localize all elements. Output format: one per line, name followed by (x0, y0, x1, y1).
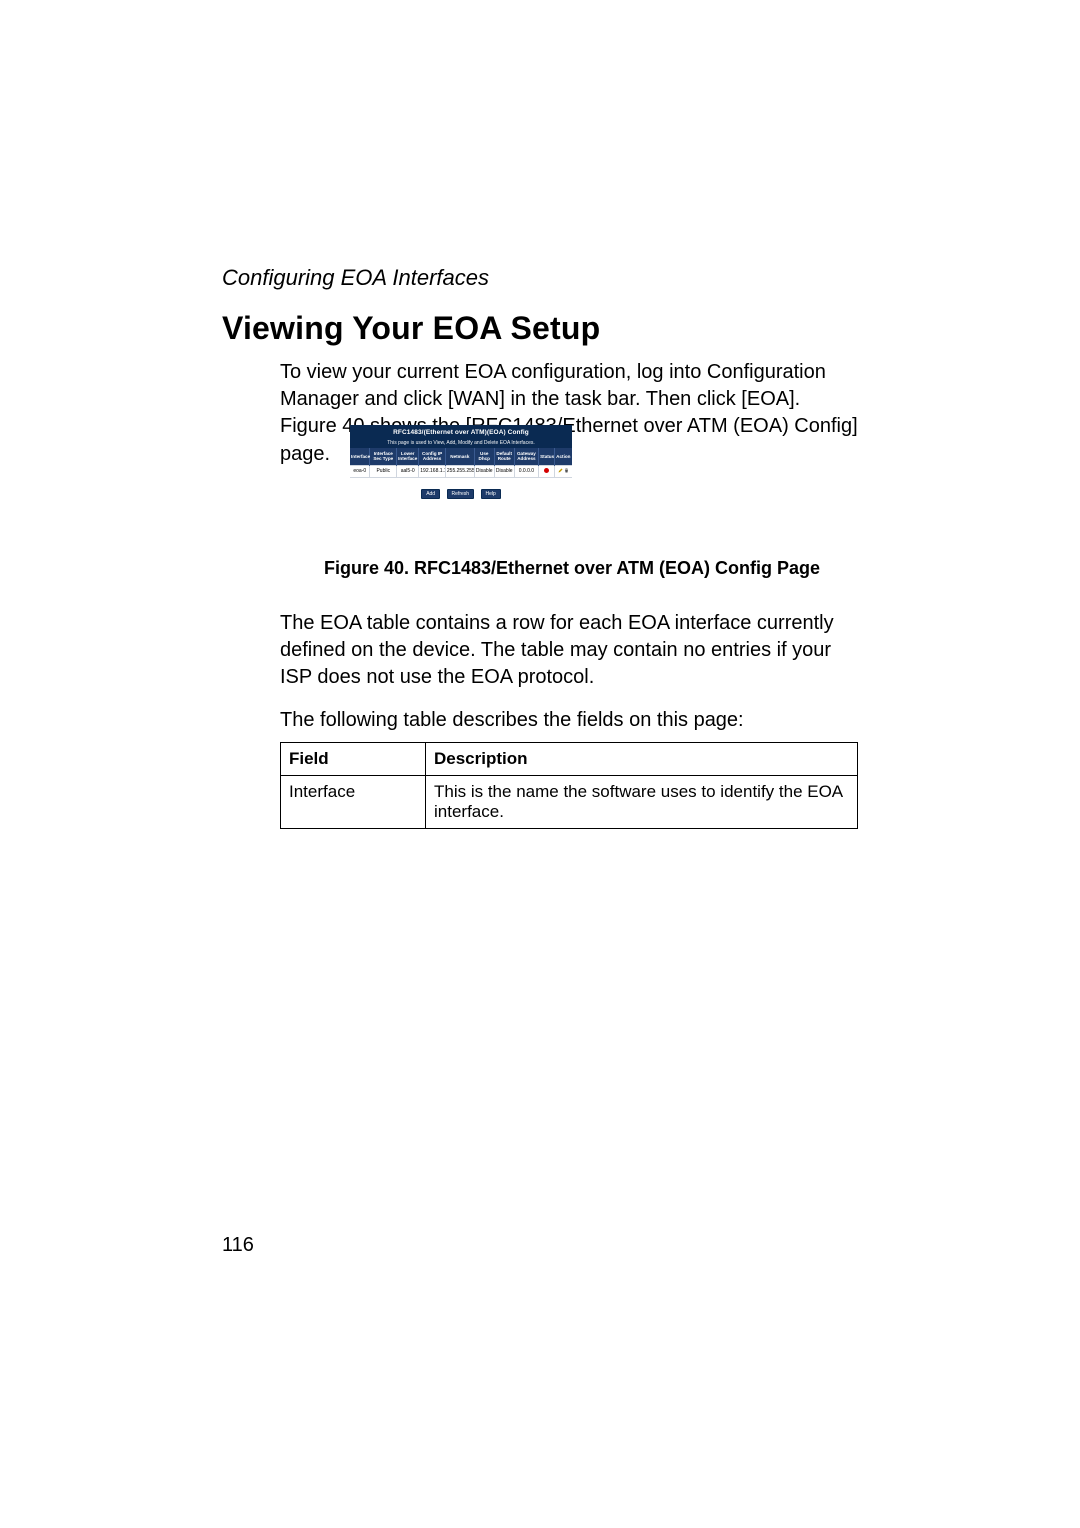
header-description: Description (426, 743, 858, 776)
cell-field-name: Interface (281, 776, 426, 829)
config-table-row: eoa-0 Public aal5-0 192.168.1.1 255.255.… (350, 465, 572, 477)
col-lower-interface: Lower Interface (397, 448, 419, 465)
col-action: Action (554, 448, 572, 465)
figure-button-bar: Add Refresh Help (350, 477, 572, 505)
paragraph-table-intro: The EOA table contains a row for each EO… (280, 610, 860, 692)
col-status: Status (539, 448, 555, 465)
cell-droute: Disable (494, 465, 514, 477)
add-button[interactable]: Add (421, 489, 440, 499)
col-interface: Interface (350, 448, 370, 465)
col-gateway: Gateway Address (514, 448, 538, 465)
trash-icon[interactable] (564, 468, 569, 473)
cell-ip: 192.168.1.1 (419, 465, 446, 477)
paragraph-table-lead: The following table describes the fields… (280, 707, 860, 734)
config-table: Interface Interface Sec Type Lower Inter… (350, 448, 572, 477)
figure-header: RFC1483/(Ethernet over ATM)(EOA) Config … (350, 425, 572, 448)
status-dot-icon (544, 468, 549, 473)
field-description-table: Field Description Interface This is the … (280, 742, 858, 829)
cell-status (539, 465, 555, 477)
cell-netmask: 255.255.255.0 (445, 465, 474, 477)
figure-eoa-config: RFC1483/(Ethernet over ATM)(EOA) Config … (350, 425, 572, 505)
figure-caption: Figure 40. RFC1483/Ethernet over ATM (EO… (282, 558, 862, 579)
header-field: Field (281, 743, 426, 776)
field-table-header-row: Field Description (281, 743, 858, 776)
cell-dhcp: Disable (474, 465, 494, 477)
col-default-route: Default Route (494, 448, 514, 465)
help-button[interactable]: Help (481, 489, 501, 499)
field-table-row: Interface This is the name the software … (281, 776, 858, 829)
refresh-button[interactable]: Refresh (447, 489, 475, 499)
breadcrumb: Configuring EOA Interfaces (222, 265, 489, 291)
page-number: 116 (222, 1234, 254, 1257)
col-sec-type: Interface Sec Type (370, 448, 397, 465)
cell-lower: aal5-0 (397, 465, 419, 477)
cell-action (554, 465, 572, 477)
col-netmask: Netmask (445, 448, 474, 465)
cell-sec-type: Public (370, 465, 397, 477)
figure-title: RFC1483/(Ethernet over ATM)(EOA) Config (350, 429, 572, 436)
cell-interface: eoa-0 (350, 465, 370, 477)
config-table-header-row: Interface Interface Sec Type Lower Inter… (350, 448, 572, 465)
col-use-dhcp: Use Dhcp (474, 448, 494, 465)
col-config-ip: Config IP Address (419, 448, 446, 465)
pencil-icon[interactable] (558, 468, 563, 473)
figure-subtitle: This page is used to View, Add, Modify a… (350, 440, 572, 446)
cell-field-desc: This is the name the software uses to id… (426, 776, 858, 829)
page-title: Viewing Your EOA Setup (222, 310, 600, 347)
cell-gateway: 0.0.0.0 (514, 465, 538, 477)
